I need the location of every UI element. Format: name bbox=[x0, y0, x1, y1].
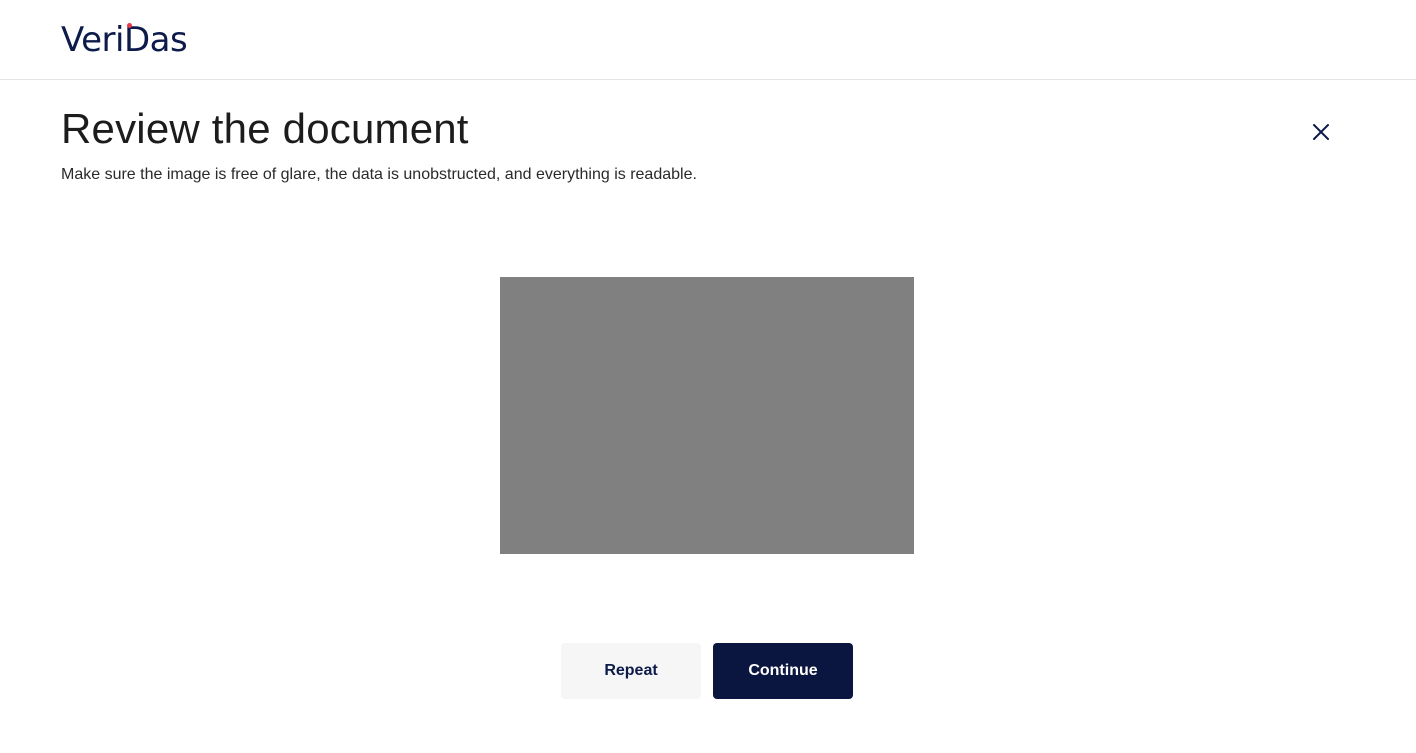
logo-accent-dot bbox=[127, 23, 132, 28]
close-icon bbox=[1312, 123, 1330, 141]
app-header: VeriDas bbox=[0, 0, 1416, 80]
logo-text: VeriDas bbox=[61, 20, 188, 60]
close-button[interactable] bbox=[1305, 116, 1337, 148]
document-image-preview bbox=[500, 277, 914, 554]
continue-button[interactable]: Continue bbox=[713, 643, 853, 699]
page-title: Review the document bbox=[61, 105, 469, 152]
repeat-button[interactable]: Repeat bbox=[561, 643, 701, 699]
page-subtitle: Make sure the image is free of glare, th… bbox=[61, 166, 697, 183]
veridas-logo: VeriDas bbox=[61, 20, 188, 60]
